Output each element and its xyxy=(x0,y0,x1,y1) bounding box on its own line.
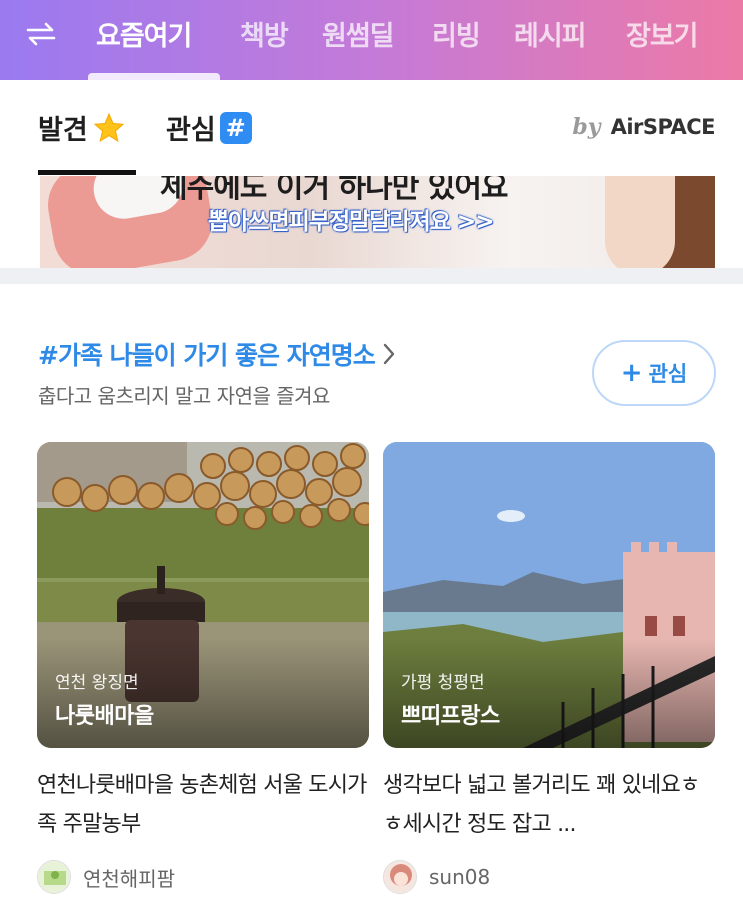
by-label: by xyxy=(572,114,601,140)
nav-tab-grocery[interactable]: 장보기 xyxy=(626,14,699,53)
sub-tabs: 발견 관심 # by AirSPACE xyxy=(0,80,743,176)
add-interest-button[interactable]: + 관심 xyxy=(592,340,716,406)
place-card[interactable]: 연천 왕징면 나룻배마을 연천나룻배마을 농촌체험 서울 도시가족 주말농부 연… xyxy=(37,442,369,894)
chevron-right-icon xyxy=(383,343,394,365)
star-icon xyxy=(93,112,124,142)
banner-subline: 뽑아쓰면피부정말달라져요 >> xyxy=(208,209,494,235)
place-location: 가평 청평면 xyxy=(401,673,485,693)
banner-model-face xyxy=(605,176,675,268)
nav-tab-recipe[interactable]: 레시피 xyxy=(514,14,587,53)
card-title[interactable]: 연천나룻배마을 농촌체험 서울 도시가족 주말농부 xyxy=(37,766,369,846)
card-author[interactable]: sun08 xyxy=(383,860,715,894)
thumbnail-gradient xyxy=(37,638,369,748)
card-author[interactable]: 연천해피팜 xyxy=(37,860,369,894)
nav-tab-living[interactable]: 리빙 xyxy=(432,14,481,53)
place-card[interactable]: 가평 청평면 쁘띠프랑스 생각보다 넓고 볼거리도 꽤 있네요ㅎㅎ세시간 정도 … xyxy=(383,442,715,894)
nav-tab-bookstore[interactable]: 책방 xyxy=(240,14,289,53)
section-divider xyxy=(0,268,743,284)
active-tab-indicator xyxy=(88,73,220,80)
thumbnail-gradient xyxy=(383,638,715,748)
avatar xyxy=(383,860,417,894)
interest-button-label: 관심 xyxy=(648,362,688,386)
section-subtitle: 춥다고 움츠리지 말고 자연을 즐겨요 xyxy=(38,384,330,408)
nav-tab-yojeum-yeogi[interactable]: 요즘여기 xyxy=(96,14,192,53)
section-title-link[interactable]: #가족 나들이 가기 좋은 자연명소 xyxy=(38,336,397,372)
ad-banner[interactable]: 제주에도 이거 하나만 있어요 뽑아쓰면피부정말달라져요 >> xyxy=(40,176,715,268)
subtab-active-indicator xyxy=(38,170,136,175)
place-name: 나룻배마을 xyxy=(55,704,154,729)
author-name: 연천해피팜 xyxy=(83,866,175,891)
place-location: 연천 왕징면 xyxy=(55,673,139,693)
swap-arrows-icon[interactable] xyxy=(26,22,56,46)
plus-icon: + xyxy=(620,358,643,388)
hashtag-icon: # xyxy=(219,111,252,144)
subtab-interest[interactable]: 관심 # xyxy=(166,108,252,147)
subtab-discover-label: 발견 xyxy=(38,115,88,146)
brand-logo-text: AirSPACE xyxy=(610,115,716,139)
card-title[interactable]: 생각보다 넓고 볼거리도 꽤 있네요ㅎㅎ세시간 정도 잡고 ... xyxy=(383,766,715,846)
nav-tab-onethumb-deal[interactable]: 원썸딜 xyxy=(322,14,395,53)
sponsor-brand: by AirSPACE xyxy=(572,114,715,140)
place-thumbnail: 가평 청평면 쁘띠프랑스 xyxy=(383,442,715,748)
avatar xyxy=(37,860,71,894)
top-navigation: 요즘여기 책방 원썸딜 리빙 레시피 장보기 xyxy=(0,0,743,80)
author-name: sun08 xyxy=(429,865,491,889)
place-thumbnail: 연천 왕징면 나룻배마을 xyxy=(37,442,369,748)
subtab-discover[interactable]: 발견 xyxy=(38,108,126,147)
subtab-interest-label: 관심 xyxy=(166,115,216,146)
section-title: #가족 나들이 가기 좋은 자연명소 xyxy=(38,341,376,370)
place-name: 쁘띠프랑스 xyxy=(401,704,500,729)
